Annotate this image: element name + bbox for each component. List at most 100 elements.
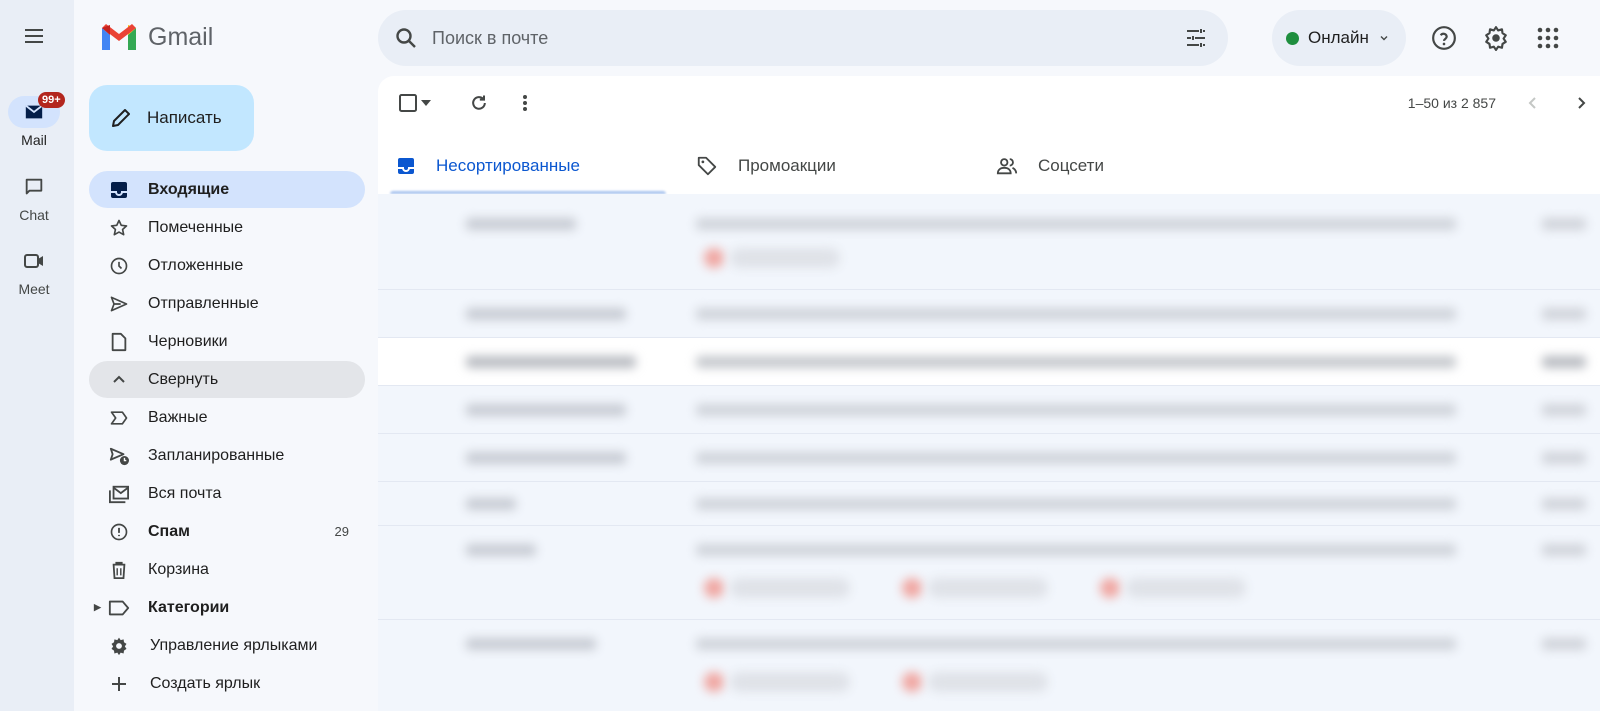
nav-item-create-label[interactable]: Создать ярлык [89, 665, 365, 702]
blurred-content [696, 404, 1456, 416]
nav-label: Отложенные [148, 256, 244, 274]
message-row[interactable] [378, 526, 1600, 620]
blurred-content [1542, 218, 1586, 230]
blurred-content [1542, 498, 1586, 510]
blurred-content [696, 356, 1456, 368]
people-icon [996, 158, 1018, 175]
rail-label: Meet [18, 281, 50, 297]
nav-label: Важные [148, 408, 208, 426]
message-row[interactable] [378, 482, 1600, 526]
help-button[interactable] [1424, 18, 1464, 58]
nav-label: Создать ярлык [150, 674, 261, 692]
nav-item-trash[interactable]: Корзина [89, 551, 365, 588]
nav-label: Вся почта [148, 484, 222, 502]
nav-item-inbox[interactable]: Входящие [89, 171, 365, 208]
refresh-button[interactable] [466, 90, 492, 116]
rail-item-meet[interactable]: Meet [0, 245, 68, 297]
select-options-dropdown[interactable] [418, 90, 434, 116]
blurred-content [902, 672, 922, 692]
plus-icon [112, 676, 126, 691]
blurred-content [696, 498, 1456, 510]
blurred-content [704, 672, 724, 692]
refresh-icon [472, 95, 486, 110]
all-mail-icon [109, 485, 129, 503]
nav-item-categories[interactable]: ▶ Категории [89, 589, 365, 626]
search-icon [396, 28, 416, 48]
rail-item-mail[interactable]: 99+ Mail [0, 92, 68, 148]
apps-grid-icon [1537, 27, 1559, 49]
blurred-content [1126, 578, 1246, 598]
blurred-content [1542, 356, 1586, 368]
clock-icon [110, 257, 128, 274]
settings-button[interactable] [1476, 18, 1516, 58]
apps-button[interactable] [1528, 18, 1568, 58]
nav-item-all-mail[interactable]: Вся почта [89, 475, 365, 512]
nav-item-drafts[interactable]: Черновики [89, 323, 365, 360]
blurred-content [902, 578, 922, 598]
blurred-content [704, 248, 724, 268]
compose-button[interactable]: Написать [89, 85, 254, 151]
star-icon [110, 219, 128, 235]
rail-item-chat[interactable]: Chat [0, 171, 68, 223]
blurred-content [730, 248, 840, 268]
nav-label: Черновики [148, 332, 228, 350]
nav-item-collapse[interactable]: Свернуть [89, 361, 365, 398]
tab-social[interactable]: Соцсети [978, 138, 1278, 194]
send-icon [110, 296, 128, 311]
trash-icon [112, 561, 126, 579]
message-row[interactable] [378, 290, 1600, 338]
rail-label: Chat [19, 207, 49, 223]
blurred-content [696, 452, 1456, 464]
search-button[interactable] [392, 24, 420, 52]
nav-item-manage-labels[interactable]: Управление ярлыками [89, 627, 365, 664]
blurred-content [466, 218, 576, 230]
important-icon [110, 410, 128, 425]
message-row[interactable] [378, 620, 1600, 711]
message-row[interactable] [378, 434, 1600, 482]
gmail-logo[interactable]: Gmail [100, 22, 213, 52]
blurred-content [466, 404, 626, 416]
label-icon [108, 600, 130, 615]
tab-primary[interactable]: Несортированные [378, 138, 678, 194]
nav-label: Корзина [148, 560, 209, 578]
chevron-left-icon [1528, 97, 1536, 109]
nav-label: Отправленные [148, 294, 259, 312]
nav-item-important[interactable]: Важные [89, 399, 365, 436]
more-options-button[interactable] [512, 90, 538, 116]
nav-item-scheduled[interactable]: Запланированные [89, 437, 365, 474]
gmail-m-icon [102, 24, 136, 50]
chevron-up-icon [113, 375, 125, 383]
tab-promotions[interactable]: Промоакции [678, 138, 978, 194]
checkbox-icon [399, 94, 417, 112]
blurred-content [466, 452, 626, 464]
blurred-content [730, 578, 850, 598]
nav-item-spam[interactable]: Спам 29 [89, 513, 365, 550]
message-row[interactable] [378, 338, 1600, 386]
older-page-button[interactable] [1568, 90, 1594, 116]
inbox-icon [398, 158, 414, 174]
list-toolbar: 1–50 из 2 857 [378, 76, 1600, 128]
search-input[interactable] [432, 27, 1132, 49]
nav-item-snoozed[interactable]: Отложенные [89, 247, 365, 284]
video-camera-icon [24, 254, 43, 268]
expand-caret-icon[interactable]: ▶ [94, 602, 101, 613]
blurred-content [696, 638, 1456, 650]
nav-label: Запланированные [148, 446, 285, 464]
spam-count: 29 [334, 524, 349, 539]
hamburger-menu-icon [25, 29, 43, 43]
nav-item-starred[interactable]: Помеченные [89, 209, 365, 246]
blurred-content [1100, 578, 1120, 598]
nav-item-sent[interactable]: Отправленные [89, 285, 365, 322]
chat-icon [25, 178, 43, 195]
main-menu-button[interactable] [14, 16, 54, 56]
gear-icon [1485, 26, 1507, 51]
message-row[interactable] [378, 386, 1600, 434]
chevron-right-icon [1578, 97, 1586, 109]
nav-label: Категории [148, 598, 230, 616]
newer-page-button[interactable] [1520, 90, 1546, 116]
folder-nav: Входящие Помеченные Отложенные Отправлен… [89, 171, 365, 703]
message-row[interactable] [378, 194, 1600, 290]
search-options-button[interactable] [1182, 24, 1210, 52]
status-selector[interactable]: Онлайн [1272, 10, 1406, 66]
blurred-content [1542, 452, 1586, 464]
